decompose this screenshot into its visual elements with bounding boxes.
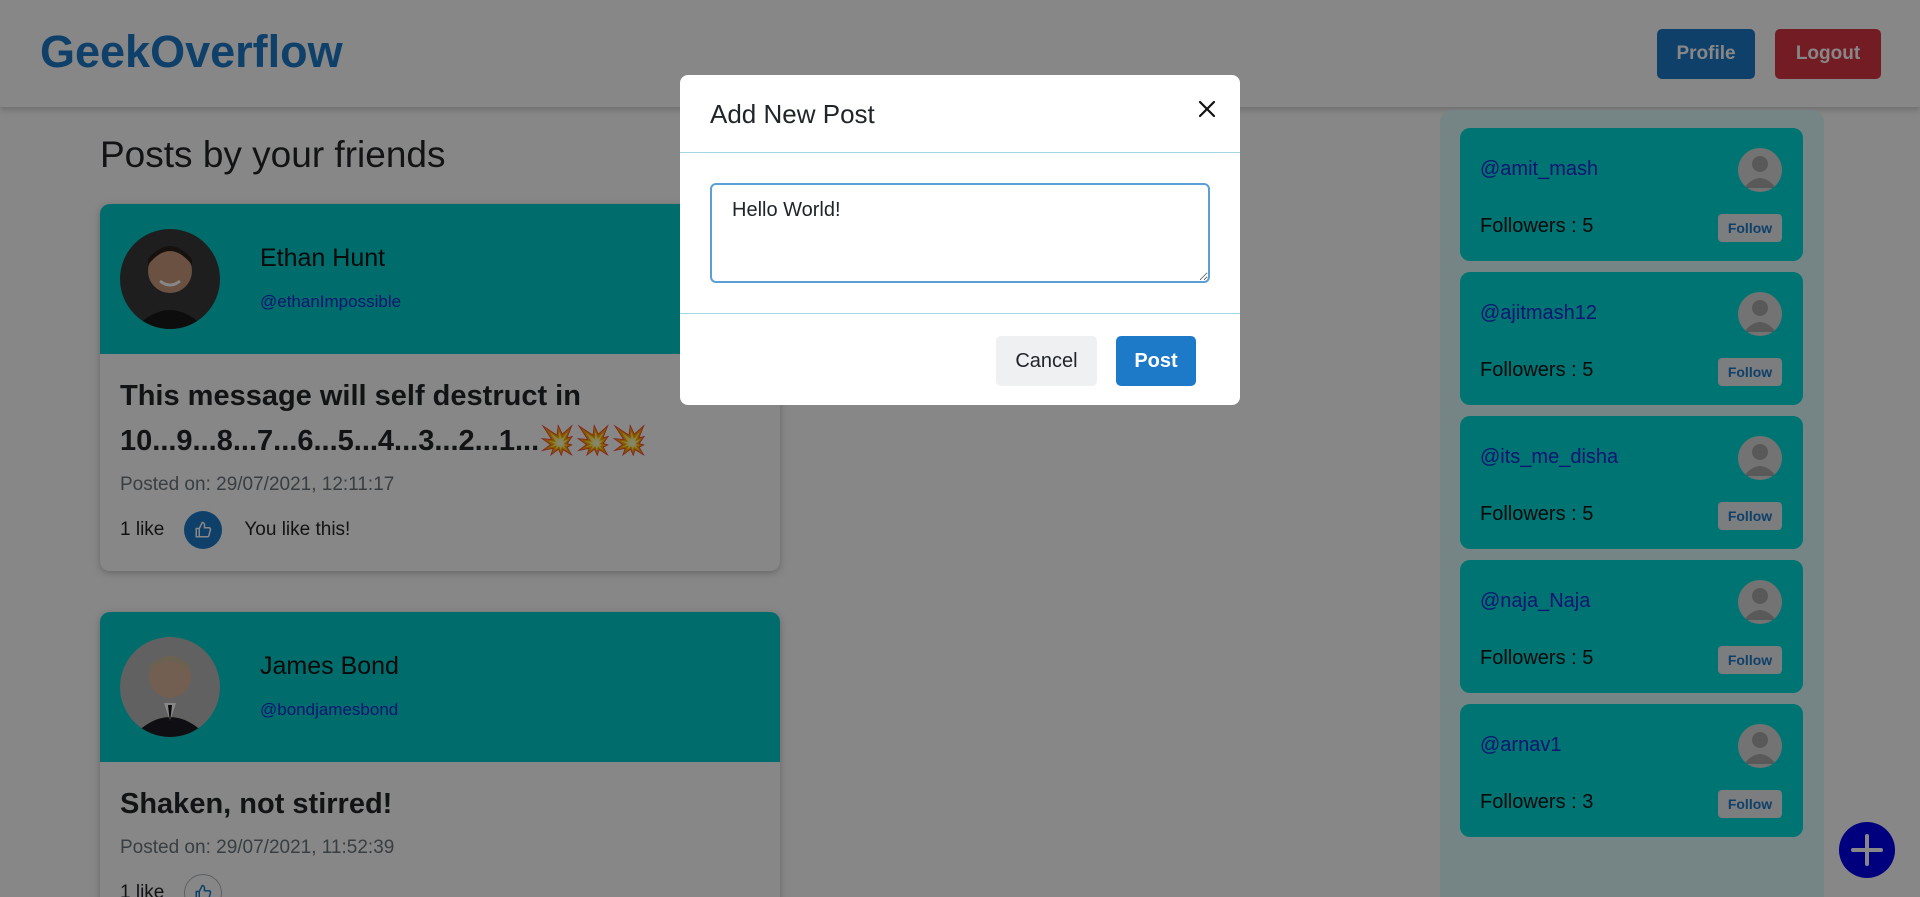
modal-header: Add New Post	[680, 75, 1240, 153]
add-post-modal: Add New Post Hello World! Cancel Post	[680, 75, 1240, 405]
modal-body: Hello World!	[680, 153, 1240, 314]
cancel-button[interactable]: Cancel	[996, 336, 1097, 386]
post-content-input[interactable]: Hello World!	[710, 183, 1210, 283]
close-button[interactable]	[1192, 94, 1222, 124]
modal-footer: Cancel Post	[680, 314, 1240, 404]
post-button[interactable]: Post	[1116, 336, 1196, 386]
modal-title: Add New Post	[710, 99, 875, 129]
close-icon	[1198, 100, 1216, 118]
